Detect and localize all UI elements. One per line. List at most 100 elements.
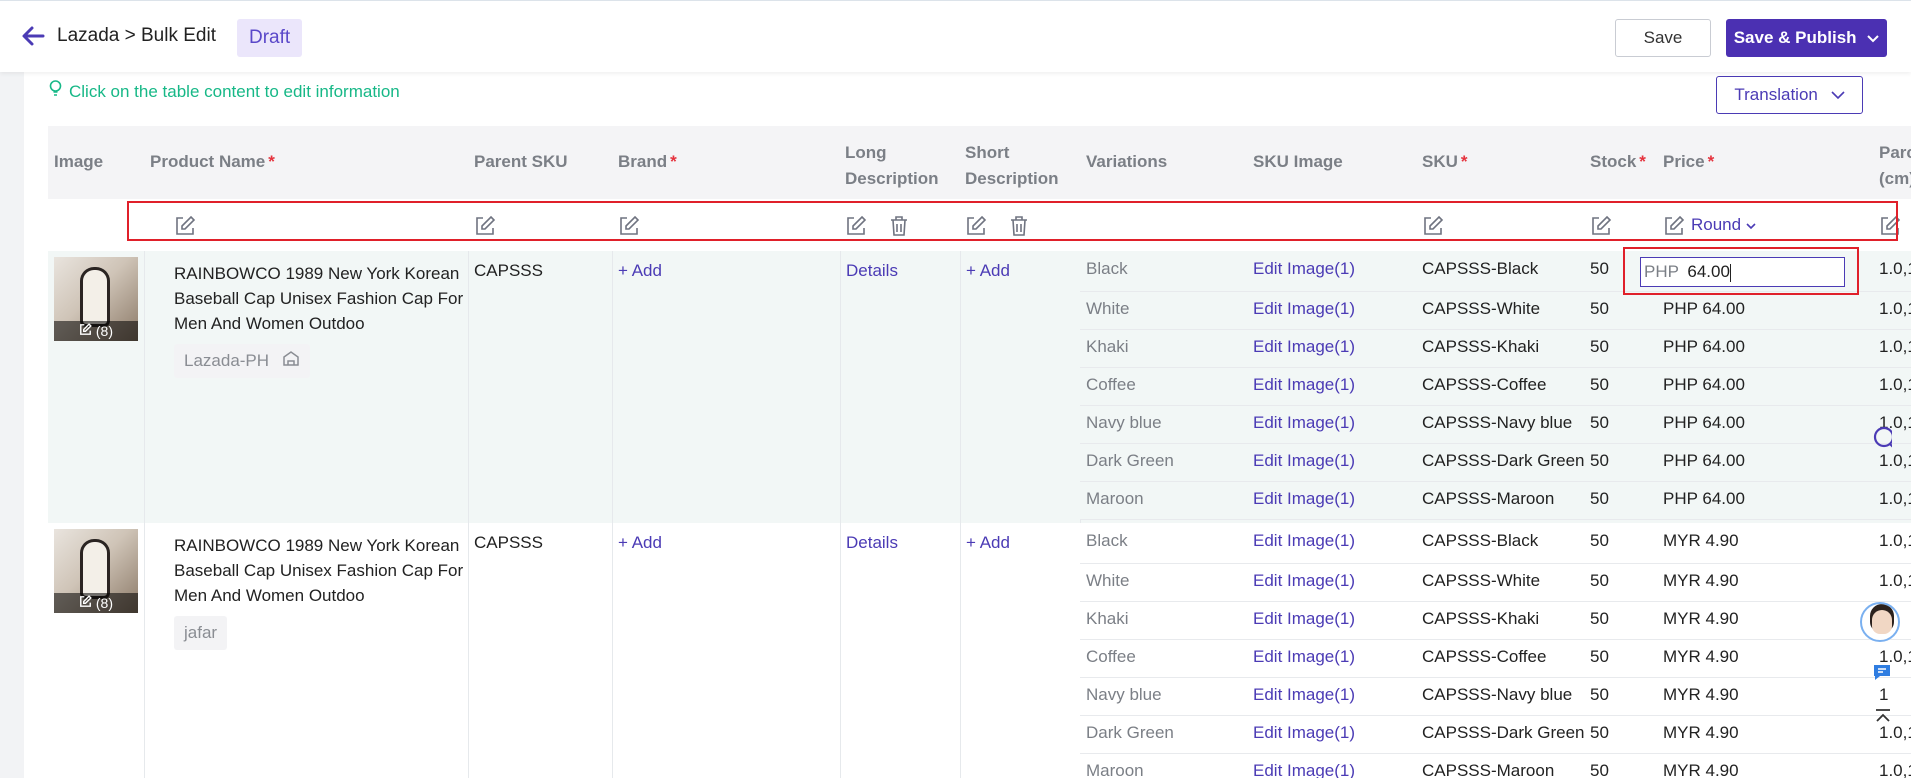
variant-stock[interactable]: 50 bbox=[1590, 761, 1609, 778]
delete-long-description-icon[interactable] bbox=[888, 215, 910, 237]
variant-name[interactable]: White bbox=[1086, 571, 1129, 591]
edit-long-description-icon[interactable] bbox=[845, 215, 867, 237]
edit-sku-image-link[interactable]: Edit Image(1) bbox=[1253, 685, 1355, 705]
variant-price[interactable]: MYR 4.90 bbox=[1663, 571, 1739, 591]
variant-sku[interactable]: CAPSSS-White bbox=[1422, 571, 1540, 591]
variant-parcel-size[interactable]: 1.0,1.0,1 bbox=[1879, 571, 1911, 591]
variant-price[interactable]: PHP 64.00 bbox=[1663, 451, 1745, 471]
product-name[interactable]: RAINBOWCO 1989 New York Korean Baseball … bbox=[174, 533, 464, 608]
variant-sku[interactable]: CAPSSS-Navy blue bbox=[1422, 413, 1572, 433]
variant-stock[interactable]: 50 bbox=[1590, 531, 1609, 551]
edit-sku-image-link[interactable]: Edit Image(1) bbox=[1253, 571, 1355, 591]
variant-stock[interactable]: 50 bbox=[1590, 609, 1609, 629]
edit-sku-image-link[interactable]: Edit Image(1) bbox=[1253, 761, 1355, 778]
delete-short-description-icon[interactable] bbox=[1008, 215, 1030, 237]
edit-sku-image-link[interactable]: Edit Image(1) bbox=[1253, 489, 1355, 509]
edit-sku-image-link[interactable]: Edit Image(1) bbox=[1253, 451, 1355, 471]
add-short-description-link[interactable]: + Add bbox=[966, 533, 1010, 553]
edit-parcel-size-icon[interactable] bbox=[1879, 215, 1901, 237]
edit-sku-image-link[interactable]: Edit Image(1) bbox=[1253, 413, 1355, 433]
variant-parcel-size[interactable]: 1.0,1.0,1 bbox=[1879, 375, 1911, 395]
variant-parcel-size[interactable]: 1.0,1.0,1 bbox=[1879, 489, 1911, 509]
variant-stock[interactable]: 50 bbox=[1590, 299, 1609, 319]
variant-name[interactable]: Khaki bbox=[1086, 609, 1129, 629]
variant-price[interactable]: MYR 4.90 bbox=[1663, 761, 1739, 778]
variant-price[interactable]: PHP 64.00 bbox=[1663, 337, 1745, 357]
variant-name[interactable]: Khaki bbox=[1086, 337, 1129, 357]
long-description-details-link[interactable]: Details bbox=[846, 261, 898, 281]
variant-stock[interactable]: 50 bbox=[1590, 571, 1609, 591]
edit-parent-sku-icon[interactable] bbox=[474, 215, 496, 237]
variant-name[interactable]: Coffee bbox=[1086, 647, 1136, 667]
product-name[interactable]: RAINBOWCO 1989 New York Korean Baseball … bbox=[174, 261, 464, 336]
variant-sku[interactable]: CAPSSS-Khaki bbox=[1422, 609, 1539, 629]
variant-parcel-size[interactable]: 1.0,1.0,1 bbox=[1879, 299, 1911, 319]
round-price-dropdown[interactable]: Round bbox=[1691, 215, 1756, 235]
support-avatar[interactable] bbox=[1860, 602, 1900, 642]
variant-name[interactable]: Maroon bbox=[1086, 489, 1144, 509]
edit-sku-image-link[interactable]: Edit Image(1) bbox=[1253, 531, 1355, 551]
product-image[interactable]: (8) bbox=[54, 529, 138, 613]
variant-sku[interactable]: CAPSSS-Black bbox=[1422, 531, 1538, 551]
back-arrow-icon[interactable] bbox=[20, 23, 48, 51]
variant-stock[interactable]: 50 bbox=[1590, 259, 1609, 279]
parent-sku[interactable]: CAPSSS bbox=[474, 261, 543, 281]
chat-icon[interactable] bbox=[1872, 663, 1892, 686]
variant-name[interactable]: Black bbox=[1086, 531, 1128, 551]
variant-name[interactable]: Dark Green bbox=[1086, 451, 1174, 471]
variant-price[interactable]: PHP 64.00 bbox=[1663, 375, 1745, 395]
variant-stock[interactable]: 50 bbox=[1590, 375, 1609, 395]
edit-sku-image-link[interactable]: Edit Image(1) bbox=[1253, 299, 1355, 319]
search-float-icon[interactable] bbox=[1862, 425, 1895, 460]
variant-parcel-size[interactable]: 1.0,1.0, bbox=[1879, 761, 1911, 778]
variant-price[interactable]: MYR 4.90 bbox=[1663, 685, 1739, 705]
variant-parcel-size[interactable]: 1 bbox=[1879, 685, 1888, 705]
variant-price[interactable]: MYR 4.90 bbox=[1663, 531, 1739, 551]
variant-name[interactable]: Maroon bbox=[1086, 761, 1144, 778]
variant-sku[interactable]: CAPSSS-Dark Green bbox=[1422, 451, 1585, 471]
variant-stock[interactable]: 50 bbox=[1590, 413, 1609, 433]
parent-sku[interactable]: CAPSSS bbox=[474, 533, 543, 553]
add-brand-link[interactable]: + Add bbox=[618, 261, 662, 281]
variant-price[interactable]: PHP 64.00 bbox=[1663, 489, 1745, 509]
add-short-description-link[interactable]: + Add bbox=[966, 261, 1010, 281]
variant-sku[interactable]: CAPSSS-Khaki bbox=[1422, 337, 1539, 357]
variant-stock[interactable]: 50 bbox=[1590, 647, 1609, 667]
variant-stock[interactable]: 50 bbox=[1590, 723, 1609, 743]
variant-name[interactable]: Coffee bbox=[1086, 375, 1136, 395]
variant-sku[interactable]: CAPSSS-Maroon bbox=[1422, 489, 1554, 509]
edit-sku-image-link[interactable]: Edit Image(1) bbox=[1253, 375, 1355, 395]
variant-stock[interactable]: 50 bbox=[1590, 337, 1609, 357]
variant-price[interactable]: MYR 4.90 bbox=[1663, 609, 1739, 629]
variant-name[interactable]: Navy blue bbox=[1086, 685, 1162, 705]
translation-button[interactable]: Translation bbox=[1716, 76, 1863, 114]
edit-sku-icon[interactable] bbox=[1422, 215, 1444, 237]
variant-sku[interactable]: CAPSSS-Dark Green bbox=[1422, 723, 1585, 743]
variant-stock[interactable]: 50 bbox=[1590, 451, 1609, 471]
variant-parcel-size[interactable]: 1.0,1.0,1 bbox=[1879, 531, 1911, 551]
variant-price[interactable]: MYR 4.90 bbox=[1663, 647, 1739, 667]
edit-product-name-icon[interactable] bbox=[174, 215, 196, 237]
variant-name[interactable]: White bbox=[1086, 299, 1129, 319]
edit-price-icon[interactable] bbox=[1663, 215, 1685, 237]
product-image[interactable]: (8) bbox=[54, 257, 138, 341]
back-to-top-icon[interactable] bbox=[1874, 708, 1892, 731]
variant-parcel-size[interactable]: 1.0,1.0,1 bbox=[1879, 337, 1911, 357]
variant-sku[interactable]: CAPSSS-White bbox=[1422, 299, 1540, 319]
variant-stock[interactable]: 50 bbox=[1590, 685, 1609, 705]
image-count[interactable]: (8) bbox=[54, 321, 138, 341]
variant-price[interactable]: PHP 64.00 bbox=[1663, 413, 1745, 433]
edit-sku-image-link[interactable]: Edit Image(1) bbox=[1253, 609, 1355, 629]
variant-sku[interactable]: CAPSSS-Maroon bbox=[1422, 761, 1554, 778]
variant-parcel-size[interactable]: 1.0,1.0,1 bbox=[1879, 259, 1911, 279]
save-button[interactable]: Save bbox=[1615, 19, 1711, 57]
variant-price[interactable]: MYR 4.90 bbox=[1663, 723, 1739, 743]
variant-stock[interactable]: 50 bbox=[1590, 489, 1609, 509]
variant-price[interactable]: PHP 64.00 bbox=[1663, 299, 1745, 319]
edit-sku-image-link[interactable]: Edit Image(1) bbox=[1253, 723, 1355, 743]
variant-sku[interactable]: CAPSSS-Navy blue bbox=[1422, 685, 1572, 705]
edit-short-description-icon[interactable] bbox=[965, 215, 987, 237]
save-publish-button[interactable]: Save & Publish bbox=[1726, 19, 1887, 57]
variant-name[interactable]: Black bbox=[1086, 259, 1128, 279]
price-input[interactable]: PHP 64.00 bbox=[1640, 257, 1845, 287]
